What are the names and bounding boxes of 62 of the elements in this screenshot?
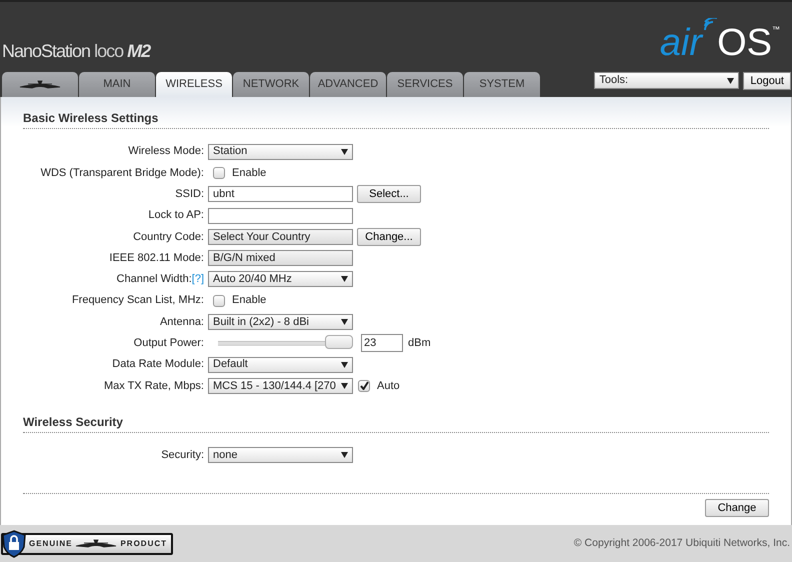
caret-icon xyxy=(341,362,348,368)
nav-tab[interactable]: SERVICES xyxy=(387,72,463,97)
field-label: Output Power: xyxy=(132,336,205,352)
caret-icon xyxy=(341,319,348,326)
copyright-text: © Copyright 2006-2017 Ubiquiti Networks, Inc. xyxy=(574,536,790,551)
checkbox[interactable] xyxy=(213,294,225,307)
field-label: WDS (Transparent Bridge Mode): xyxy=(40,166,205,181)
nav-tab[interactable]: WIRELESS xyxy=(156,72,232,97)
input-field[interactable] xyxy=(208,208,353,224)
dropdown[interactable]: Station xyxy=(208,144,353,160)
caret-icon xyxy=(341,452,348,458)
section-title: Basic Wireless Settings xyxy=(23,105,769,129)
input-field[interactable]: ubnt xyxy=(208,186,353,202)
field-label: SSID: xyxy=(174,186,205,202)
caret-icon xyxy=(341,382,348,389)
field-label: Frequency Scan List, MHz: xyxy=(70,293,205,308)
dropdown[interactable]: none xyxy=(208,447,353,464)
caret-icon xyxy=(727,78,734,84)
checkbox-label: Enable xyxy=(232,166,266,181)
logo-text: air xyxy=(660,24,702,62)
caret-icon xyxy=(341,148,348,155)
trademark-symbol: ™ xyxy=(772,26,780,34)
caret-icon xyxy=(341,276,348,282)
checkbox-label: Auto xyxy=(377,378,400,394)
field-label: IEEE 802.11 Mode: xyxy=(108,250,205,266)
field-label: Security: xyxy=(160,448,205,463)
nav-tab[interactable]: MAIN xyxy=(79,72,155,97)
nav-tab[interactable]: ADVANCED xyxy=(310,72,386,97)
input-field[interactable]: Select Your Country xyxy=(208,228,353,245)
field-label: Wireless Mode: xyxy=(127,144,205,160)
slider-thumb[interactable] xyxy=(325,335,353,350)
nav-tab[interactable]: SYSTEM xyxy=(464,72,540,97)
field-label: Data Rate Module: xyxy=(111,357,205,372)
dish-antenna-icon xyxy=(18,80,62,90)
select-button[interactable]: Select... xyxy=(357,185,421,204)
unit-label: dBm xyxy=(408,336,431,352)
field-label: Antenna: xyxy=(158,314,205,330)
help-link[interactable]: [?] xyxy=(192,273,204,286)
nav-tab[interactable]: NETWORK xyxy=(233,72,309,97)
checkbox[interactable] xyxy=(358,380,370,392)
logo-tab[interactable] xyxy=(2,72,78,97)
dropdown[interactable]: Built in (2x2) - 8 dBi xyxy=(208,314,353,330)
input-field[interactable]: 23 xyxy=(361,334,403,352)
change-button[interactable]: Change... xyxy=(357,228,421,246)
wifi-icon xyxy=(703,18,718,32)
change-button[interactable]: Change xyxy=(705,498,769,517)
tools-dropdown[interactable]: Tools: xyxy=(594,72,740,89)
dropdown[interactable]: MCS 15 - 130/144.4 [270 xyxy=(208,378,353,394)
field-label: Max TX Rate, Mbps: xyxy=(102,378,205,394)
genuine-product-badge: GENUINE PRODUCT xyxy=(1,532,174,554)
logout-button[interactable]: Logout xyxy=(743,72,791,90)
checkbox[interactable] xyxy=(213,166,225,179)
dropdown[interactable]: Auto 20/40 MHz xyxy=(208,271,353,288)
logo-text: OS xyxy=(717,24,772,62)
product-name: NanoStation loco M2 xyxy=(2,42,150,60)
field-label: Channel Width: xyxy=(116,273,192,286)
field-label: Lock to AP: xyxy=(147,208,205,224)
input-field[interactable]: B/G/N mixed xyxy=(208,250,353,266)
section-title: Wireless Security xyxy=(23,408,769,433)
checkbox-label: Enable xyxy=(232,293,266,308)
field-label: Country Code: xyxy=(132,230,205,245)
dropdown[interactable]: Default xyxy=(208,356,353,373)
